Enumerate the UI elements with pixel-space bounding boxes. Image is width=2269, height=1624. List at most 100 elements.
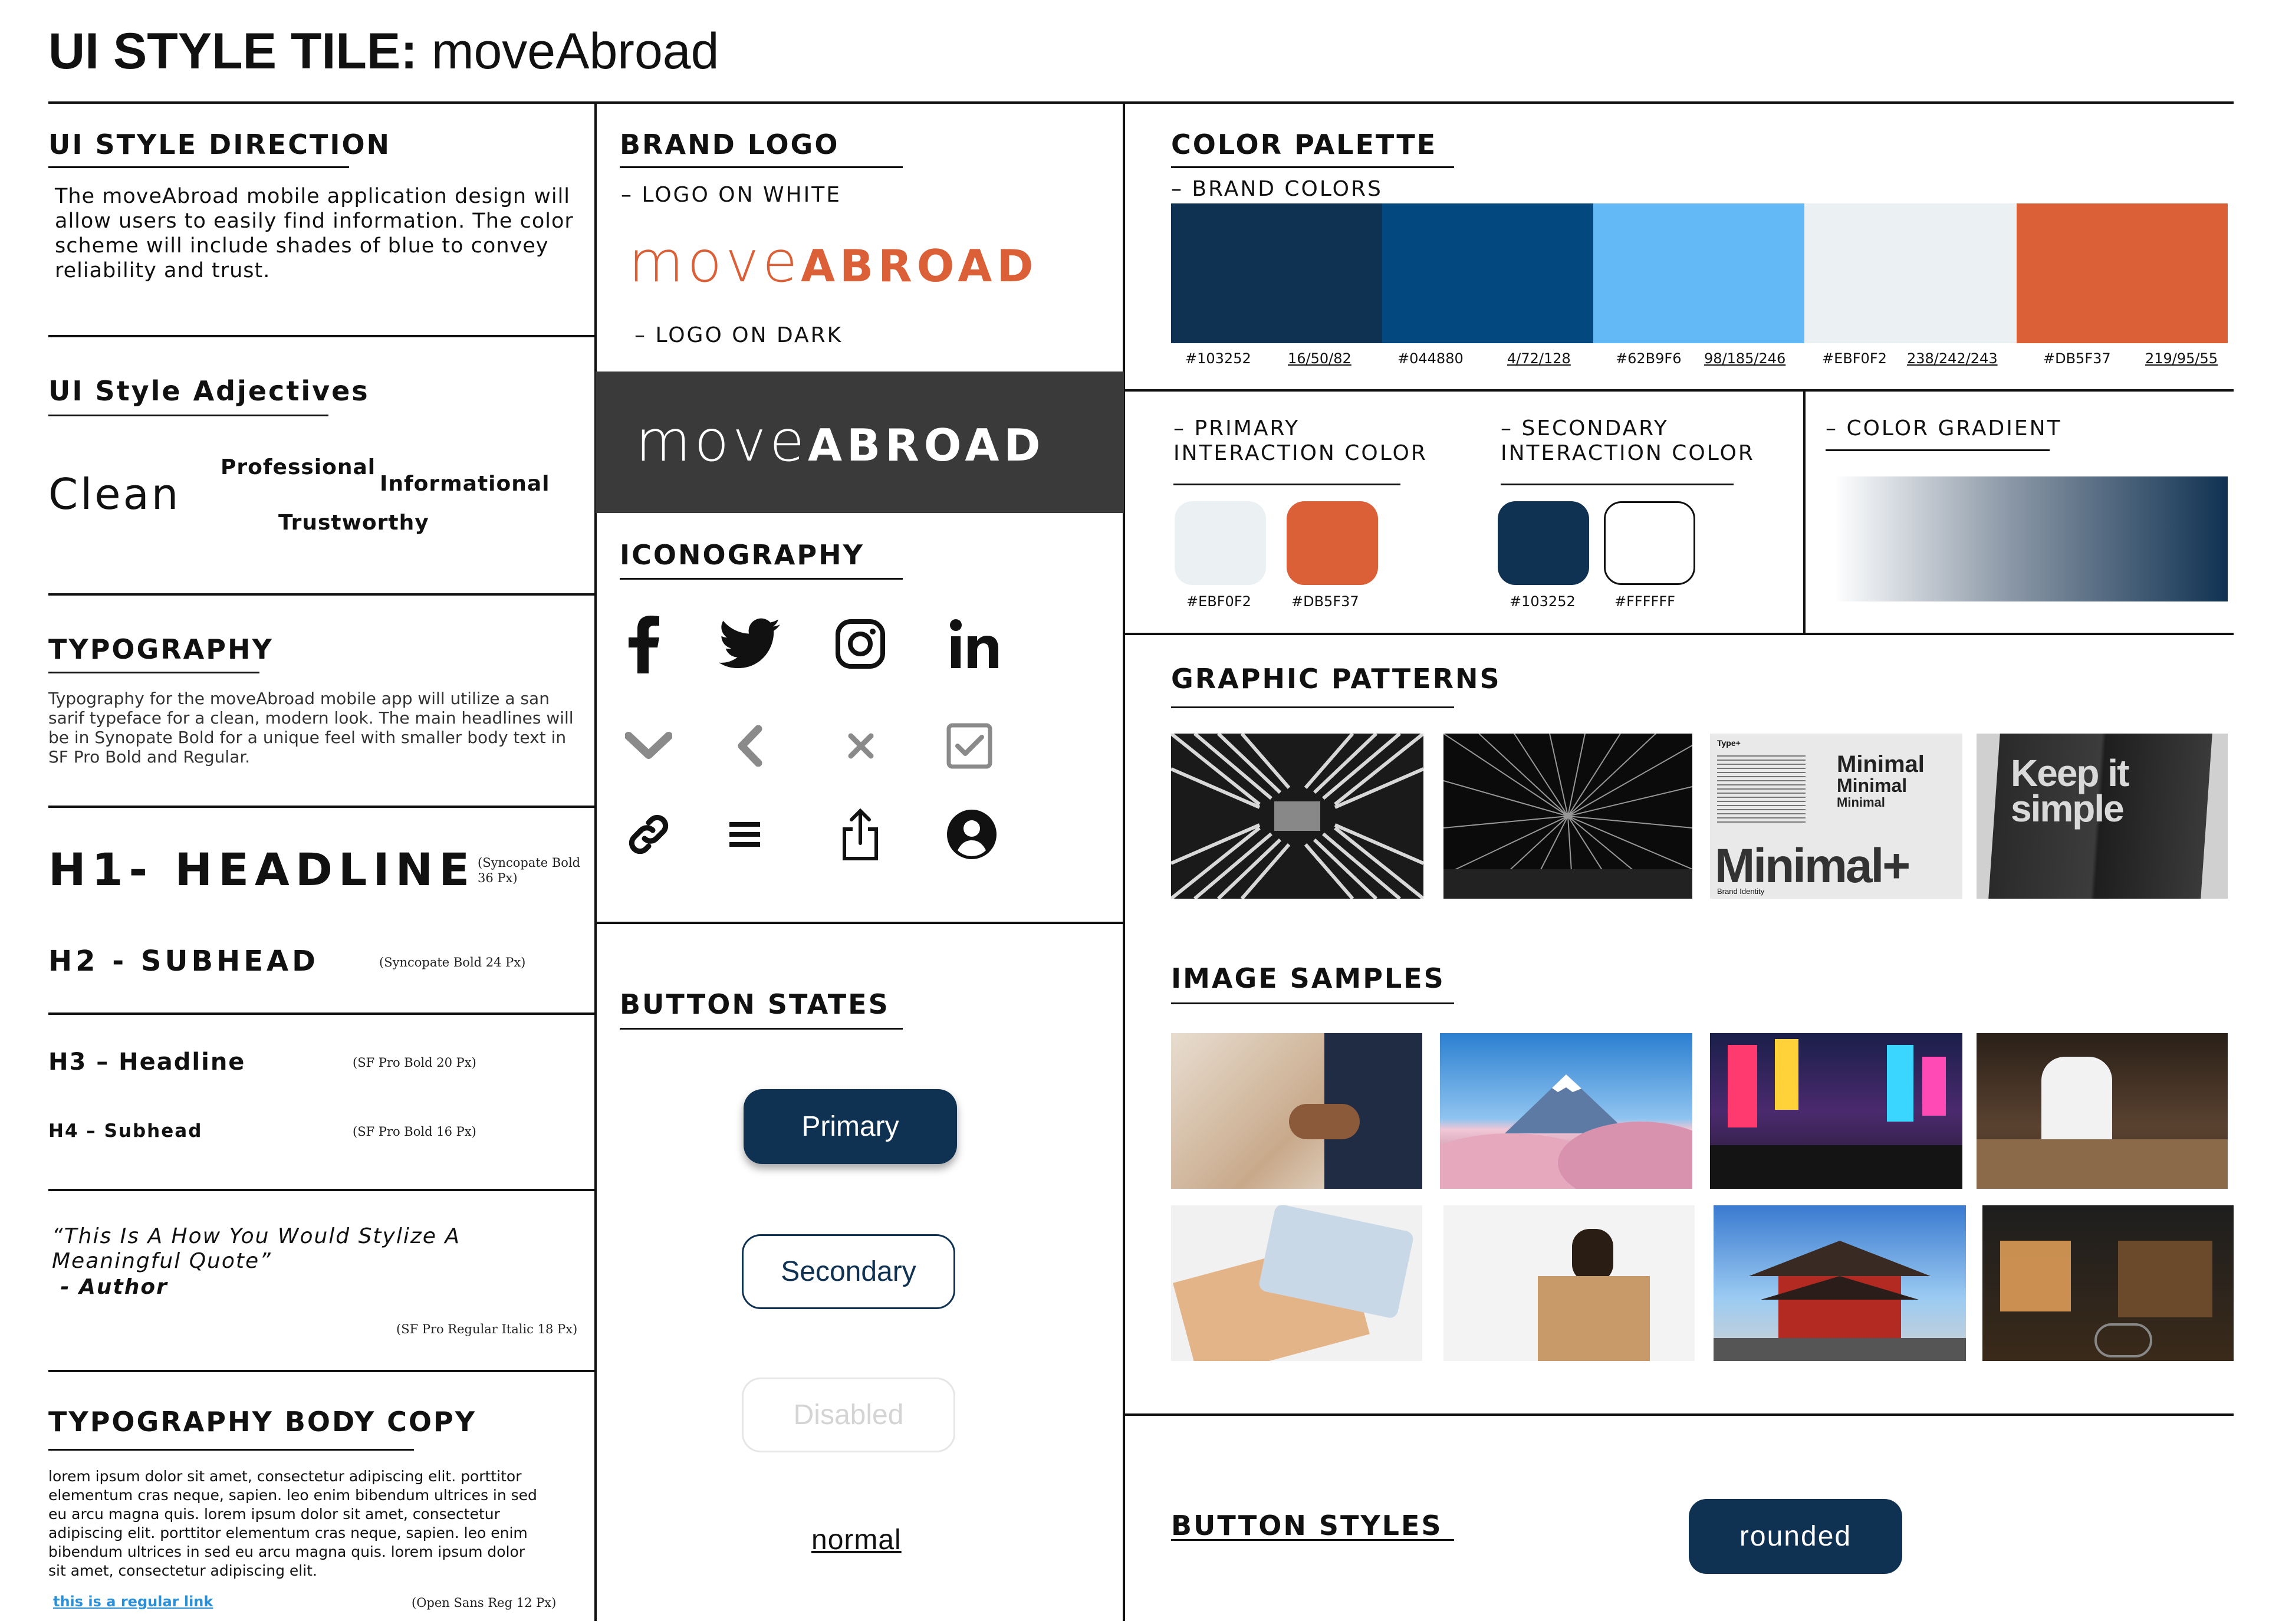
divider [594, 922, 1125, 924]
h1-note: (Syncopate Bold 36 Px) [478, 856, 581, 885]
logo-on-white: moveABROAD [629, 229, 1038, 295]
secondary-interaction-title: – SECONDARY INTERACTION COLOR [1501, 416, 1755, 466]
title-underline [620, 578, 903, 580]
adjectives-title: UI Style Adjectives [48, 375, 370, 407]
rounded-button[interactable]: rounded [1689, 1499, 1902, 1574]
secondary-button[interactable]: Secondary [742, 1234, 955, 1309]
primary-button[interactable]: Primary [744, 1089, 957, 1164]
color-rgb: 16/50/82 [1288, 350, 1351, 367]
poster-minimal-large: Minimal+ [1715, 839, 1910, 893]
column-divider-2 [1123, 103, 1125, 1621]
adjective-trustworthy: Trustworthy [278, 511, 429, 535]
chip-hex: #103252 [1510, 593, 1576, 610]
crowd [1710, 1145, 1962, 1189]
divider [48, 335, 596, 337]
body-copy-text: lorem ipsum dolor sit amet, consectetur … [48, 1468, 537, 1579]
title-underline [1501, 484, 1734, 485]
primary-chip-light [1175, 501, 1266, 585]
book-title-simple: simple [2011, 787, 2125, 830]
instagram-icon[interactable] [828, 612, 893, 676]
quote-text: “This Is A How You Would Stylize A Meani… [52, 1224, 461, 1273]
user-icon[interactable] [939, 802, 1004, 867]
color-rgb: 238/242/243 [1907, 350, 1998, 367]
checkbox-icon[interactable] [937, 714, 1002, 778]
color-swatch [1382, 203, 1593, 343]
pattern-keep-it-simple-image: Keep it simple [1977, 734, 2228, 899]
h4-note: (SF Pro Bold 16 Px) [353, 1125, 476, 1139]
color-gradient-bar [1834, 476, 2228, 601]
button-states-title: BUTTON STATES [620, 988, 890, 1020]
sample-fuji-image [1440, 1033, 1692, 1189]
normal-link-button[interactable]: normal [811, 1524, 902, 1556]
h3-sample: H3 – Headline [48, 1048, 246, 1076]
gradient-title: – COLOR GRADIENT [1826, 416, 2062, 440]
title-underline [1171, 166, 1454, 168]
color-rgb: 219/95/55 [2145, 350, 2218, 367]
primary-interaction-title: – PRIMARY INTERACTION COLOR [1173, 416, 1428, 466]
adjective-clean: Clean [48, 469, 181, 519]
title-underline [1173, 484, 1400, 485]
color-hex: #044880 [1397, 350, 1464, 367]
sample-tokyo-night-image [1710, 1033, 1962, 1189]
sample-sushi-chef-image [1977, 1033, 2228, 1189]
color-rgb: 98/185/246 [1704, 350, 1786, 367]
divider [48, 806, 596, 808]
title-underline [1171, 706, 1454, 708]
sample-temple-image [1714, 1205, 1966, 1361]
link-icon[interactable] [616, 802, 681, 867]
share-icon[interactable] [828, 802, 893, 867]
regular-link[interactable]: this is a regular link [53, 1593, 213, 1610]
color-hex: #EBF0F2 [1822, 350, 1887, 367]
primary-interaction-line2: INTERACTION COLOR [1173, 441, 1428, 465]
page-title: UI STYLE TILE: moveAbroad [48, 22, 719, 81]
chevron-down-icon[interactable] [616, 714, 681, 778]
logo-word-move: move [636, 408, 808, 474]
h1-sample: H1- HEADLINE [48, 843, 476, 896]
header-divider [48, 101, 2234, 104]
cardboard-box [1538, 1276, 1650, 1361]
twitter-icon[interactable] [717, 612, 782, 676]
primary-interaction-line1: – PRIMARY [1173, 416, 1300, 440]
title-underline [48, 1449, 414, 1451]
title-underline [1171, 1002, 1454, 1004]
title-underline [1826, 449, 2050, 451]
title-underline [48, 672, 259, 673]
divider [48, 1189, 596, 1191]
color-hex: #62B9F6 [1616, 350, 1682, 367]
samples-title: IMAGE SAMPLES [1171, 962, 1445, 994]
body-copy-note: (Open Sans Reg 12 Px) [412, 1596, 557, 1610]
bicycle [2094, 1323, 2152, 1357]
iconography-title: ICONOGRAPHY [620, 539, 864, 571]
neon-sign [1922, 1057, 1946, 1116]
title-underline [48, 415, 328, 416]
logo-word-abroad: ABROAD [801, 241, 1038, 292]
chef-counter [1977, 1139, 2228, 1189]
secondary-chip-white [1604, 501, 1695, 585]
neon-sign [1887, 1045, 1913, 1122]
menu-icon[interactable] [712, 802, 777, 867]
patterns-title: GRAPHIC PATTERNS [1171, 663, 1501, 695]
h4-sample: H4 – Subhead [48, 1120, 203, 1142]
page-title-app: moveAbroad [431, 23, 719, 80]
divider [48, 593, 596, 596]
divider [48, 1012, 596, 1015]
close-icon[interactable] [828, 714, 893, 778]
color-rgb: 4/72/128 [1507, 350, 1571, 367]
neon-sign [1728, 1045, 1757, 1127]
body-copy-title: TYPOGRAPHY BODY COPY [48, 1406, 477, 1438]
pattern-city-zoom-image [1443, 734, 1692, 899]
direction-body: The moveAbroad mobile application design… [55, 185, 574, 282]
adjective-informational: Informational [380, 472, 550, 496]
logo-on-white-label: – LOGO ON WHITE [621, 183, 841, 207]
sample-currency-image [1171, 1205, 1422, 1361]
sample-dog-box-image [1443, 1205, 1695, 1361]
divider [48, 1370, 596, 1372]
chevron-left-icon[interactable] [717, 714, 782, 778]
title-underline [1171, 1539, 1454, 1541]
brand-logo-title: BRAND LOGO [620, 129, 840, 160]
secondary-interaction-line2: INTERACTION COLOR [1501, 441, 1755, 465]
linkedin-icon[interactable] [942, 612, 1007, 676]
pattern-architecture-image [1171, 734, 1423, 899]
facebook-icon[interactable] [610, 612, 675, 676]
logo-word-move: move [629, 229, 801, 295]
